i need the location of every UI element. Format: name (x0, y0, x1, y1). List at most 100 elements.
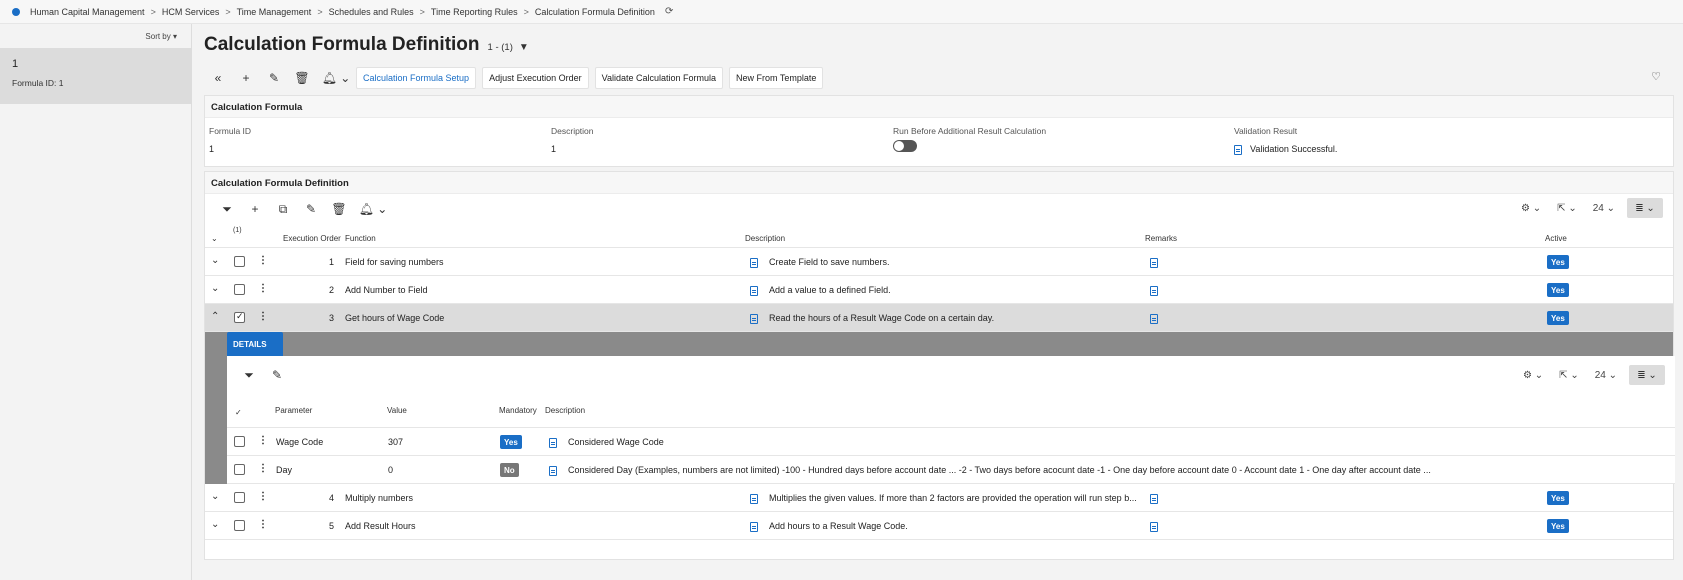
export-icon[interactable]: ⇱ ⌄ (1557, 203, 1577, 214)
formula-id-field: Formula ID 1 (209, 126, 251, 154)
delete-icon[interactable]: 🗑 (325, 202, 353, 216)
col-mandatory[interactable]: Mandatory (499, 406, 537, 415)
document-icon[interactable] (750, 285, 766, 296)
row-checkbox[interactable] (234, 256, 245, 267)
edit-icon[interactable]: ✎ (263, 368, 291, 382)
document-icon[interactable] (750, 257, 766, 268)
col-active[interactable]: Active (1545, 234, 1567, 243)
table-row[interactable]: ⌄ ⋮ 4 Multiply numbers Multiplies the gi… (205, 484, 1673, 512)
calc-formula-setup-button[interactable]: Calculation Formula Setup (356, 67, 477, 89)
chevron-down-icon[interactable]: ⌄ (211, 491, 219, 502)
refresh-icon[interactable]: ⟳ (665, 6, 673, 17)
adjust-execution-order-button[interactable]: Adjust Execution Order (482, 67, 589, 89)
new-from-template-button[interactable]: New From Template (729, 67, 824, 89)
breadcrumb-item-hcm[interactable]: Human Capital Management (30, 7, 145, 17)
settings-icon[interactable]: ⚙ ⌄ (1521, 203, 1541, 214)
add-icon[interactable]: + (232, 71, 260, 85)
active-badge: Yes (1547, 255, 1569, 269)
export-icon[interactable]: ⇱ ⌄ (1559, 370, 1579, 381)
record-card[interactable]: 1 Formula ID: 1 (0, 48, 192, 104)
chevron-down-icon[interactable]: ⌄ (211, 234, 218, 243)
chevron-down-icon[interactable]: ⌄ (211, 255, 219, 266)
validation-result-field: Validation Result Validation Successful. (1234, 126, 1337, 155)
collapse-icon[interactable]: « (204, 71, 232, 85)
kebab-menu-icon[interactable]: ⋮ (258, 311, 268, 322)
kebab-menu-icon[interactable]: ⋮ (258, 435, 268, 446)
row-checkbox[interactable] (234, 492, 245, 503)
row-checkbox[interactable] (234, 311, 245, 323)
col-function[interactable]: Function (345, 234, 376, 243)
validate-calc-formula-button[interactable]: Validate Calculation Formula (594, 67, 723, 89)
document-icon[interactable] (750, 493, 766, 504)
sort-by-button[interactable]: Sort by ▾ (145, 32, 177, 41)
kebab-menu-icon[interactable]: ⋮ (258, 283, 268, 294)
description-input[interactable]: 1 (551, 140, 917, 162)
document-icon[interactable] (549, 437, 565, 448)
edit-icon[interactable]: ✎ (260, 71, 288, 85)
section-header: Calculation Formula (205, 96, 1673, 118)
remarks-icon[interactable] (1150, 257, 1166, 268)
row-checkbox[interactable] (234, 284, 245, 295)
bell-icon[interactable]: 🔔︎ ⌄ (316, 71, 356, 85)
kebab-menu-icon[interactable]: ⋮ (258, 519, 268, 530)
col-description[interactable]: Description (545, 406, 585, 415)
col-value[interactable]: Value (387, 406, 407, 415)
home-icon[interactable] (12, 7, 20, 16)
col-remarks[interactable]: Remarks (1145, 234, 1177, 243)
row-checkbox[interactable] (234, 436, 245, 447)
breadcrumb-item-hcm-services[interactable]: HCM Services (162, 7, 220, 17)
kebab-menu-icon[interactable]: ⋮ (258, 491, 268, 502)
duplicate-icon[interactable]: ⧉ (269, 202, 297, 217)
row-checkbox[interactable] (234, 520, 245, 531)
page-size-select[interactable]: 24 ⌄ (1595, 370, 1617, 381)
filter-icon[interactable]: ⏷ (235, 368, 263, 383)
breadcrumb-item-time-reporting[interactable]: Time Reporting Rules (431, 7, 518, 17)
record-subtitle: Formula ID: 1 (12, 78, 64, 88)
table-row[interactable]: ⌄ ⋮ 2 Add Number to Field Add a value to… (205, 276, 1673, 304)
kebab-menu-icon[interactable]: ⋮ (258, 255, 268, 266)
breadcrumb: Human Capital Management > HCM Services … (0, 0, 1683, 24)
caret-down-icon[interactable]: ▼ (519, 42, 529, 53)
run-before-field: Run Before Additional Result Calculation (893, 126, 1046, 152)
select-all-check-icon[interactable]: ✓ (235, 408, 242, 417)
breadcrumb-separator: > (225, 6, 231, 17)
run-before-toggle[interactable] (893, 140, 917, 152)
record-count: 1 - (1) (487, 42, 513, 53)
tab-details[interactable]: DETAILS (227, 332, 283, 356)
breadcrumb-item-schedules[interactable]: Schedules and Rules (329, 7, 414, 17)
document-icon[interactable] (750, 313, 766, 324)
chevron-down-icon[interactable]: ⌄ (211, 519, 219, 530)
chevron-down-icon[interactable]: ⌄ (211, 283, 219, 294)
row-checkbox[interactable] (234, 464, 245, 475)
kebab-menu-icon[interactable]: ⋮ (258, 463, 268, 474)
view-toggle-button[interactable]: ≣ ⌄ (1629, 365, 1665, 385)
col-description[interactable]: Description (745, 234, 785, 243)
bell-icon[interactable]: 🔔︎ ⌄ (353, 202, 393, 216)
edit-icon[interactable]: ✎ (297, 202, 325, 216)
breadcrumb-item-time-management[interactable]: Time Management (237, 7, 312, 17)
col-execution-order[interactable]: Execution Order (283, 234, 341, 243)
main-content: Calculation Formula Definition 1 - (1) ▼… (192, 24, 1683, 580)
table-row-selected[interactable]: ⌃ ⋮ 3 Get hours of Wage Code Read the ho… (205, 304, 1673, 332)
page-size-select[interactable]: 24 ⌄ (1593, 203, 1615, 214)
settings-icon[interactable]: ⚙ ⌄ (1523, 370, 1543, 381)
delete-icon[interactable]: 🗑 (288, 71, 316, 85)
chevron-up-icon[interactable]: ⌃ (211, 311, 219, 322)
document-icon[interactable] (549, 465, 565, 476)
remarks-icon[interactable] (1150, 521, 1166, 532)
remarks-icon[interactable] (1150, 285, 1166, 296)
filter-icon[interactable]: ⏷ (213, 202, 241, 217)
details-row[interactable]: ⋮ Day 0 No Considered Day (Examples, num… (227, 456, 1675, 484)
col-parameter[interactable]: Parameter (275, 406, 312, 415)
table-row[interactable]: ⌄ ⋮ 1 Field for saving numbers Create Fi… (205, 248, 1673, 276)
execution-order: 3 (329, 313, 335, 323)
document-icon[interactable] (750, 521, 766, 532)
remarks-icon[interactable] (1150, 313, 1166, 324)
document-icon[interactable] (1234, 144, 1242, 155)
add-icon[interactable]: + (241, 202, 269, 216)
details-row[interactable]: ⋮ Wage Code 307 Yes Considered Wage Code (227, 428, 1675, 456)
heart-icon[interactable]: ♡ (1651, 70, 1661, 83)
view-toggle-button[interactable]: ≣ ⌄ (1627, 198, 1663, 218)
table-row[interactable]: ⌄ ⋮ 5 Add Result Hours Add hours to a Re… (205, 512, 1673, 540)
remarks-icon[interactable] (1150, 493, 1166, 504)
